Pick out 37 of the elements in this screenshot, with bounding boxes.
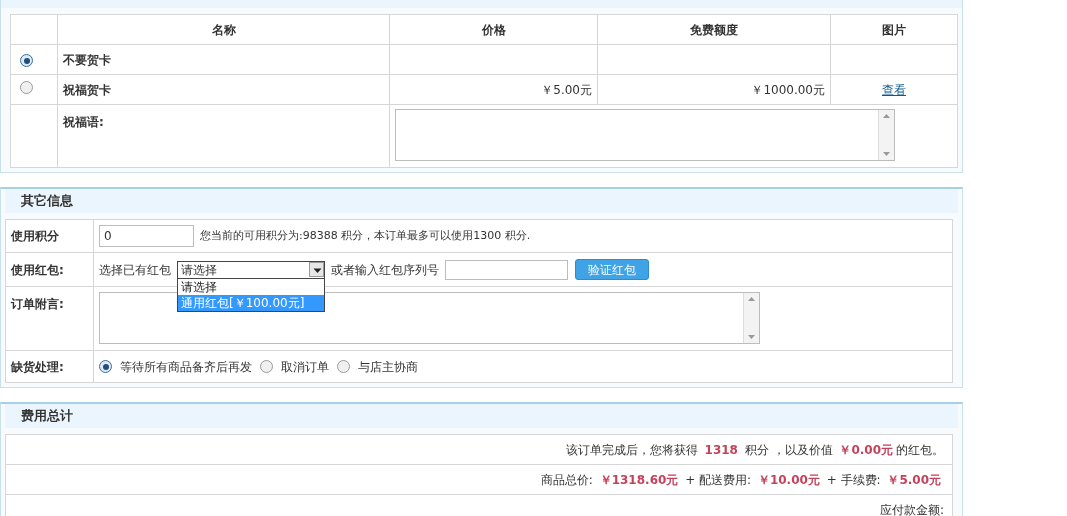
radio-button[interactable]: [20, 54, 33, 67]
serial-label: 或者输入红包序列号: [331, 261, 439, 279]
view-link[interactable]: 查看: [882, 82, 906, 97]
text-area[interactable]: [395, 109, 895, 161]
select-label: 选择已有红包: [99, 261, 171, 279]
radio-button[interactable]: [337, 360, 350, 373]
radio-label: 取消订单: [281, 358, 329, 376]
total-line: 应付款金额:: [879, 502, 944, 516]
column-header: 名称: [211, 22, 236, 37]
points-field[interactable]: 0: [99, 225, 194, 247]
stock-label: 缺货处理:: [11, 359, 64, 374]
card-name: 祝福贺卡: [63, 82, 111, 97]
column-header: 免费额度: [690, 22, 738, 37]
section-header: 费用总计: [5, 404, 958, 428]
total-line: 该订单完成后，您将获得 1318 积分 ，以及价值 ￥0.00元的红包。: [565, 442, 944, 457]
radio-button[interactable]: [99, 360, 112, 373]
points-label: 使用积分: [11, 229, 59, 243]
bonus-label: 使用红包:: [11, 262, 64, 277]
card-name: 不要贺卡: [63, 52, 111, 67]
section-header: 其它信息: [5, 189, 958, 213]
points-note: 您当前的可用积分为:98388 积分，本订单最多可以使用1300 积分.: [200, 227, 531, 244]
column-header: 图片: [882, 22, 906, 37]
text-area[interactable]: [99, 292, 760, 344]
radio-button[interactable]: [260, 360, 273, 373]
scrollbar-icon: [878, 110, 894, 160]
serial-field[interactable]: [445, 259, 568, 280]
free-quota-text: ￥1000.00元: [751, 82, 825, 97]
bonus-dropdown[interactable]: 请选择: [177, 260, 325, 279]
radio-button[interactable]: [20, 80, 33, 94]
radio-label: 等待所有商品备齐后再发: [120, 358, 252, 376]
radio-label: 与店主协商: [358, 358, 418, 376]
total-line: 商品总价: ￥1318.60元 + 配送费用: ￥10.00元 + 手续费: ￥5.00元: [540, 472, 942, 487]
message-label: 祝福语:: [63, 115, 104, 129]
note-label: 订单附言:: [11, 297, 64, 311]
column-header: 价格: [481, 22, 506, 37]
price-text: ￥5.00元: [541, 82, 592, 97]
scrollbar-icon: [743, 293, 759, 343]
